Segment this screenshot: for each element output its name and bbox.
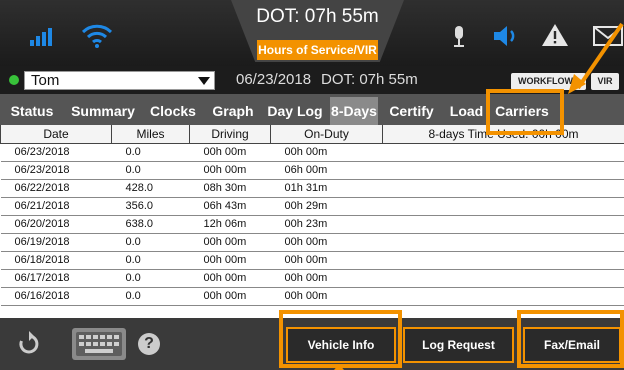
on-duty-cell: 00h 00m [270,143,383,162]
table-row[interactable]: 06/20/2018 638.0 12h 06m 00h 23m [0,215,624,234]
column-header-date: Date [0,125,112,144]
tab-graph[interactable]: Graph [206,97,260,125]
table-row[interactable]: 06/19/2018 0.0 00h 00m 00h 00m [0,233,624,252]
bottom-toolbar: ? Vehicle Info Log Request Fax/Email [0,318,624,370]
wifi-icon [81,24,113,48]
table-row[interactable]: 06/21/2018 356.0 06h 43m 00h 29m [0,197,624,216]
driving-cell: 08h 30m [189,179,271,198]
column-header-driving: Driving [189,125,271,144]
miles-cell: 638.0 [111,215,190,234]
table-header-row: Date Miles Driving On-Duty 8-days Time U… [0,125,624,144]
on-duty-cell: 01h 31m [270,179,383,198]
driving-cell: 12h 06m [189,215,271,234]
miles-cell: 428.0 [111,179,190,198]
date-cell: 06/16/2018 [0,287,112,306]
warning-icon[interactable] [540,21,570,49]
date-cell: 06/17/2018 [0,269,112,288]
driver-dot-time: DOT: 07h 55m [321,71,418,88]
driver-select[interactable]: Tom [24,71,215,90]
date-cell: 06/23/2018 [0,161,112,180]
miles-cell: 0.0 [111,233,190,252]
on-duty-cell: 00h 00m [270,233,383,252]
spacer-cell [382,269,624,288]
chevron-down-icon[interactable] [198,77,210,85]
column-header-miles: Miles [111,125,190,144]
driving-cell: 00h 00m [189,269,271,288]
log-request-button[interactable]: Log Request [403,327,514,363]
driving-cell: 00h 00m [189,233,271,252]
tab-day-log[interactable]: Day Log [262,97,328,125]
on-duty-cell: 00h 00m [270,269,383,288]
spacer-cell [382,233,624,252]
fax-email-button[interactable]: Fax/Email [523,327,621,363]
table-row[interactable]: 06/23/2018 0.0 00h 00m 06h 00m [0,161,624,180]
spacer-cell [382,143,624,162]
driving-cell: 00h 00m [189,143,271,162]
tab-clocks[interactable]: Clocks [142,97,204,125]
date-cell: 06/20/2018 [0,215,112,234]
eight-day-table: Date Miles Driving On-Duty 8-days Time U… [0,125,624,318]
miles-cell: 0.0 [111,251,190,270]
microphone-icon[interactable] [452,26,466,48]
driver-status-dot [9,75,19,85]
driver-name: Tom [31,72,60,89]
on-duty-cell: 00h 29m [270,197,383,216]
table-row[interactable]: 06/18/2018 0.0 00h 00m 00h 00m [0,251,624,270]
tab-carriers[interactable]: Carriers [490,97,554,125]
date-cell: 06/22/2018 [0,179,112,198]
driver-row: Tom 06/23/2018 DOT: 07h 55m WORKFLOW VIR [0,66,624,94]
spacer-cell [382,197,624,216]
tab-bar: Status Summary Clocks Graph Day Log 8-Da… [0,94,624,125]
signal-icon [30,28,52,46]
driving-cell: 06h 43m [189,197,271,216]
miles-cell: 0.0 [111,269,190,288]
table-row[interactable]: 06/16/2018 0.0 00h 00m 00h 00m [0,287,624,306]
driving-cell: 00h 00m [189,251,271,270]
help-icon[interactable]: ? [138,333,160,355]
column-header-on-duty: On-Duty [270,125,383,144]
tab-8-days[interactable]: 8-Days [330,97,378,125]
tab-certify[interactable]: Certify [380,97,443,125]
miles-cell: 0.0 [111,287,190,306]
driving-cell: 00h 00m [189,287,271,306]
on-duty-cell: 00h 23m [270,215,383,234]
date-cell: 06/18/2018 [0,251,112,270]
miles-cell: 356.0 [111,197,190,216]
miles-cell: 0.0 [111,161,190,180]
refresh-icon[interactable] [17,331,41,357]
dot-time-display: DOT: 07h 55m [256,6,379,27]
column-header-8-days-used: 8-days Time Used: 00h 00m [382,125,624,144]
spacer-cell [382,179,624,198]
table-row[interactable]: 06/17/2018 0.0 00h 00m 00h 00m [0,269,624,288]
vehicle-info-button[interactable]: Vehicle Info [286,327,396,363]
pointer-arrow-tip-icon [334,364,344,370]
tab-summary[interactable]: Summary [66,97,140,125]
hos-vir-label[interactable]: Hours of Service/VIR [257,40,378,60]
speaker-icon[interactable] [487,21,527,51]
driving-cell: 00h 00m [189,161,271,180]
on-duty-cell: 00h 00m [270,251,383,270]
date-cell: 06/21/2018 [0,197,112,216]
date-cell: 06/23/2018 [0,143,112,162]
vir-button[interactable]: VIR [591,73,619,90]
table-row[interactable]: 06/22/2018 428.0 08h 30m 01h 31m [0,179,624,198]
dot-clock-panel[interactable]: DOT: 07h 55m Hours of Service/VIR [231,0,404,62]
date-cell: 06/19/2018 [0,233,112,252]
on-duty-cell: 06h 00m [270,161,383,180]
spacer-cell [382,161,624,180]
tab-load[interactable]: Load [445,97,488,125]
tab-status[interactable]: Status [0,97,64,125]
spacer-cell [382,215,624,234]
workflow-button[interactable]: WORKFLOW [511,73,586,90]
log-date: 06/23/2018 [236,71,312,88]
on-duty-cell: 00h 00m [270,287,383,306]
table-row[interactable]: 06/23/2018 0.0 00h 00m 00h 00m [0,143,624,162]
mail-icon[interactable] [592,23,624,49]
spacer-cell [382,251,624,270]
miles-cell: 0.0 [111,143,190,162]
spacer-cell [382,287,624,306]
top-bar: DOT: 07h 55m Hours of Service/VIR [0,0,624,66]
keyboard-icon[interactable] [71,327,127,361]
